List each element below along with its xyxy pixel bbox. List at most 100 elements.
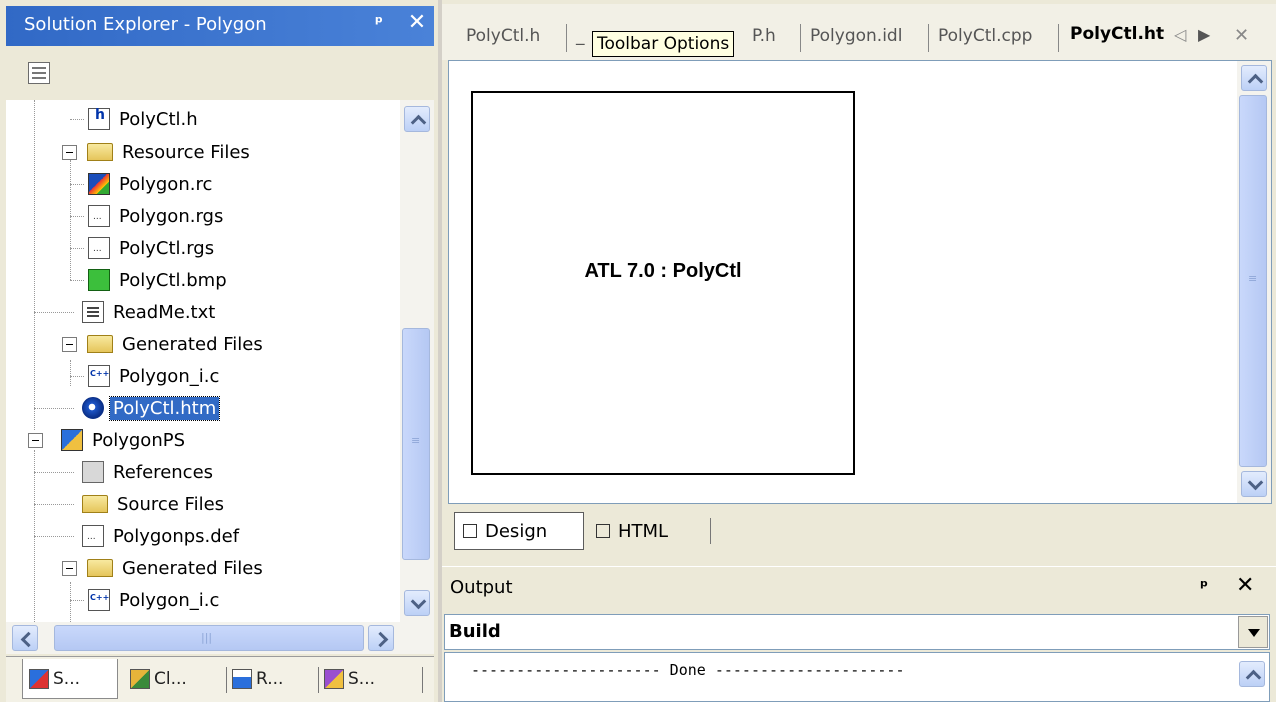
design-view-icon — [463, 524, 477, 538]
text-file-icon — [88, 205, 110, 227]
tree-item[interactable]: PolyCtl.h — [70, 104, 201, 134]
tree-item-label: PolyCtl.h — [119, 108, 198, 130]
tree-item-label: PolygonPS — [92, 429, 186, 451]
tree-item-selected[interactable]: PolyCtl.htm — [34, 393, 221, 423]
dropdown-arrow-icon[interactable] — [1238, 616, 1268, 648]
scroll-down-icon[interactable] — [404, 590, 430, 616]
tab-polyctl-h[interactable]: PolyCtl.h — [466, 26, 540, 46]
tree-item[interactable]: Polygonps.def — [34, 521, 242, 551]
header-file-icon — [88, 107, 110, 130]
collapse-icon[interactable] — [28, 432, 43, 448]
scroll-tabs-right-icon[interactable]: ▶ — [1198, 25, 1210, 44]
folder-icon — [87, 335, 113, 353]
folder-icon — [82, 495, 108, 513]
tree-item[interactable]: Polygon.rgs — [70, 201, 226, 231]
solution-explorer-toolbar — [6, 48, 434, 100]
tab-hidden[interactable]: _ — [576, 26, 585, 46]
tree-item[interactable]: References — [34, 457, 216, 487]
collapse-icon[interactable] — [62, 560, 77, 576]
tab-label: R... — [256, 669, 284, 689]
class-view-icon — [130, 669, 150, 689]
tree-item[interactable]: PolygonPS — [28, 425, 188, 455]
tab-html[interactable]: HTML — [588, 512, 676, 550]
scroll-right-icon[interactable] — [368, 625, 394, 651]
tab-label: Design — [485, 520, 548, 542]
tab-resource-view[interactable]: R... — [232, 659, 283, 699]
scroll-left-icon[interactable] — [12, 625, 38, 651]
tab-class-view[interactable]: Cl... — [130, 659, 187, 699]
tree-item[interactable]: Resource Files — [62, 137, 253, 167]
pin-icon[interactable]: ᵖ — [368, 13, 390, 35]
solution-tree: PolyCtl.h Resource Files Polygon.rc Poly… — [6, 100, 400, 622]
cpp-file-icon — [88, 589, 110, 611]
tree-item[interactable]: Polygon_i.c — [70, 585, 222, 615]
solution-explorer-panel: Solution Explorer - Polygon ᵖ ✕ PolyCtl.… — [0, 0, 438, 702]
scroll-tabs-left-icon[interactable]: ◁ — [1174, 25, 1186, 44]
output-title-bar[interactable]: Output ᵖ ✕ — [442, 566, 1276, 606]
tab-polyctl-cpp[interactable]: PolyCtl.cpp — [938, 26, 1032, 46]
tab-polygon-idl[interactable]: Polygon.idl — [810, 26, 902, 46]
resource-view-icon — [232, 669, 252, 689]
tree-item-label: PolyCtl.rgs — [119, 237, 215, 259]
tree-item[interactable]: Polygon.rc — [70, 169, 215, 199]
output-pane-selector[interactable]: Build — [444, 614, 1270, 650]
text-file-icon — [82, 301, 104, 323]
tree-item-label: Polygonps.def — [113, 525, 240, 547]
scrollbar-thumb[interactable]: ≡ — [402, 328, 430, 560]
tab-solution-explorer[interactable]: S... — [22, 659, 118, 699]
html-file-icon — [82, 397, 104, 419]
activex-control-preview[interactable]: ATL 7.0 : PolyCtl — [471, 91, 855, 475]
tab-polyctl-htm[interactable]: PolyCtl.ht — [1070, 24, 1164, 44]
collapse-icon[interactable] — [62, 336, 77, 352]
folder-icon — [87, 143, 113, 161]
output-pane-value: Build — [449, 621, 501, 642]
scroll-down-icon[interactable] — [1241, 471, 1267, 497]
close-document-icon[interactable]: ✕ — [1234, 25, 1249, 46]
tab-label: S... — [53, 668, 81, 689]
tree-item[interactable]: Generated Files — [62, 553, 266, 583]
tree-item[interactable]: Generated Files — [62, 329, 266, 359]
tab-label: S... — [348, 669, 376, 689]
tree-item[interactable]: Source Files — [34, 489, 227, 519]
tree-item-label: Source Files — [117, 493, 225, 515]
tool-window-tabs: S... Cl... R... S... — [6, 656, 434, 702]
output-text[interactable]: --------------------- Done -------------… — [444, 652, 1270, 702]
tab-design[interactable]: Design — [454, 512, 584, 550]
collapse-icon[interactable] — [62, 144, 77, 160]
scroll-up-icon[interactable] — [1239, 661, 1265, 687]
scroll-up-icon[interactable] — [404, 106, 430, 132]
document-tabs: PolyCtl.h _ P.h Polygon.idl PolyCtl.cpp … — [442, 4, 1276, 60]
pin-icon[interactable]: ᵖ — [1200, 577, 1208, 597]
tree-item[interactable]: Polygon_i.c — [70, 361, 222, 391]
control-caption: ATL 7.0 : PolyCtl — [584, 260, 742, 282]
tree-item-label: Resource Files — [122, 141, 250, 163]
tab-label: HTML — [618, 520, 669, 542]
tab-server-explorer[interactable]: S... — [324, 659, 375, 699]
scroll-up-icon[interactable] — [1241, 65, 1267, 91]
tree-item-label: Polygon.rgs — [119, 205, 224, 227]
tree-item[interactable]: ReadMe.txt — [34, 297, 218, 327]
tree-item[interactable]: PolyCtl.bmp — [70, 265, 230, 295]
tree-item-label: Generated Files — [122, 557, 263, 579]
scrollbar-thumb[interactable]: ≡ — [1239, 95, 1267, 467]
close-icon[interactable]: ✕ — [404, 10, 430, 36]
tree-horizontal-scrollbar[interactable]: ||| — [6, 622, 434, 654]
scrollbar-thumb[interactable]: ||| — [54, 625, 364, 651]
tree-item-label: Polygon_i.c — [119, 365, 220, 387]
tree-item[interactable]: PolyCtl.rgs — [70, 233, 217, 263]
design-surface[interactable]: ATL 7.0 : PolyCtl ≡ — [448, 60, 1272, 504]
tree-item-label: PolyCtl.bmp — [119, 269, 227, 291]
tab-partial-h[interactable]: P.h — [752, 26, 776, 46]
tree-item-label: References — [113, 461, 214, 483]
tree-item-label: ReadMe.txt — [113, 301, 216, 323]
tree-vertical-scrollbar[interactable]: ≡ — [400, 100, 434, 622]
design-vertical-scrollbar[interactable]: ≡ — [1237, 61, 1271, 503]
tree-item-label: PolyCtl.htm — [108, 395, 221, 421]
close-icon[interactable]: ✕ — [1236, 573, 1254, 598]
solution-explorer-title-bar[interactable]: Solution Explorer - Polygon ᵖ ✕ — [6, 6, 434, 46]
toolbar-options-tooltip: Toolbar Options — [592, 31, 735, 57]
properties-icon[interactable] — [28, 62, 50, 84]
folder-icon — [87, 559, 113, 577]
references-icon — [82, 461, 104, 483]
tree-item-label: Polygon_i.c — [119, 589, 220, 611]
